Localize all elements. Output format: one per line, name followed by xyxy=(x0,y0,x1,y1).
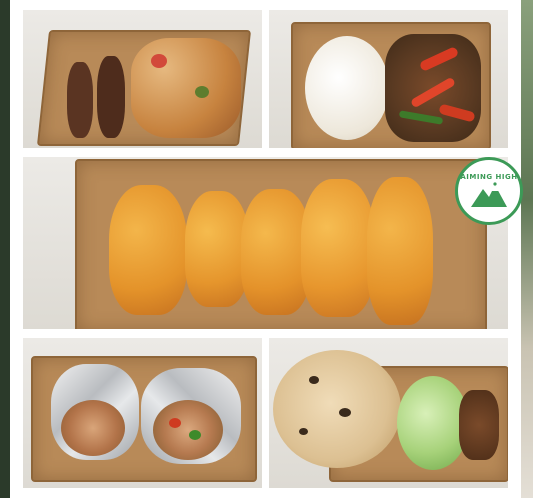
photo-rice-stirfry xyxy=(269,10,508,148)
photo-kofta-potatoes xyxy=(23,10,262,148)
white-rice xyxy=(305,36,389,140)
burrito-filling xyxy=(61,400,125,456)
kofta xyxy=(67,62,93,138)
flatbread xyxy=(273,350,401,468)
burrito-filling xyxy=(153,400,223,460)
photo-breaded-fish xyxy=(23,157,508,329)
photo-burrito xyxy=(23,338,262,488)
mountain-icon xyxy=(471,182,507,207)
kofta xyxy=(97,56,125,138)
breaded-fish-piece xyxy=(185,191,249,307)
aiming-high-badge: AIMING HIGH xyxy=(455,157,523,225)
roast-potatoes xyxy=(131,38,241,138)
meat xyxy=(459,390,499,460)
badge-label: AIMING HIGH xyxy=(460,173,518,181)
breaded-fish-piece xyxy=(109,185,187,315)
photo-flatbread xyxy=(269,338,508,488)
breaded-fish-piece xyxy=(367,177,433,325)
breaded-fish-piece xyxy=(301,179,375,317)
photo-collage: AIMING HIGH xyxy=(10,0,523,498)
